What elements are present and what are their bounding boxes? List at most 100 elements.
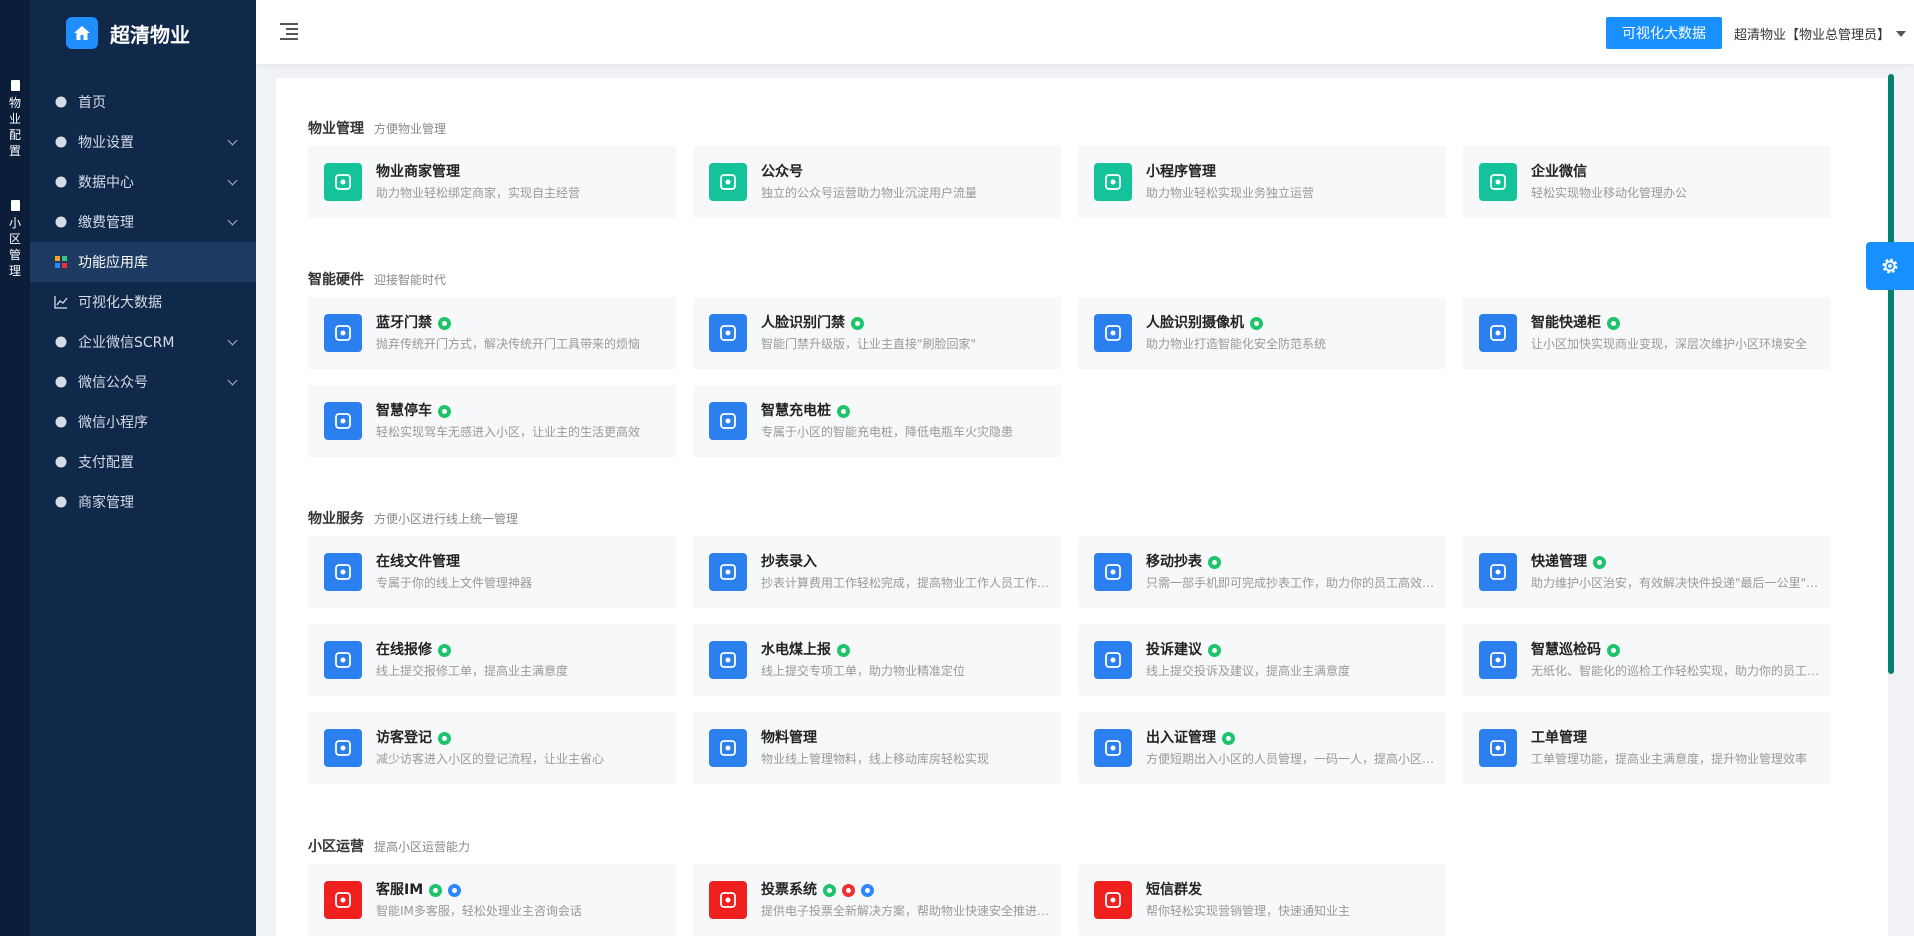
sidebar-item-0[interactable]: 首页 xyxy=(30,82,256,122)
app-card-body: 访客登记 减少访客进入小区的登记流程，让业主省心 xyxy=(376,728,672,768)
app-card[interactable]: 人脸识别门禁 智能门禁升级版，让业主直接"刷脸回家" xyxy=(693,297,1061,369)
app-card[interactable]: 在线报修线上提交报修工单，提高业主满意度 xyxy=(308,624,676,696)
mail-icon xyxy=(1094,881,1132,919)
blue-badge-icon xyxy=(861,883,874,897)
settings-gear-button[interactable] xyxy=(1866,242,1914,290)
app-card[interactable]: 短信群发帮你轻松实现营销管理，快速通知业主 xyxy=(1078,864,1446,936)
sidebar-item-7[interactable]: 微信公众号 xyxy=(30,362,256,402)
app-card[interactable]: 蓝牙门禁 抛弃传统开门方式，解决传统开门工具带来的烦恼 xyxy=(308,297,676,369)
app-card-body: 水电煤上报 线上提交专项工单，助力物业精准定位 xyxy=(761,640,1057,680)
green-badge-icon xyxy=(1222,731,1235,745)
logo[interactable]: 超清物业 xyxy=(30,0,256,66)
app-card[interactable]: 公众号 独立的公众号运营助力物业沉淀用户流量 xyxy=(693,146,1061,218)
sidebar-item-8[interactable]: 微信小程序 xyxy=(30,402,256,442)
app-card-desc: 线上提交报修工单，提高业主满意度 xyxy=(376,664,569,678)
money-bag-icon xyxy=(54,215,68,229)
app-card-desc: 工单管理功能，提高业主满意度，提升物业管理效率 xyxy=(1531,752,1808,766)
app-card-title-text: 人脸识别摄像机 xyxy=(1146,315,1244,331)
app-card[interactable]: 智慧巡检码 无纸化、智能化的巡检工作轻松实现，助力你的员工高效巡检 xyxy=(1463,624,1831,696)
user-menu[interactable]: 超清物业【物业总管理员】 xyxy=(1734,24,1907,43)
mini-program-icon xyxy=(1094,163,1132,201)
gear-icon xyxy=(1882,258,1898,274)
sidebar-item-9[interactable]: 支付配置 xyxy=(30,442,256,482)
app-card-desc: 减少访客进入小区的登记流程，让业主省心 xyxy=(376,752,605,766)
sidebar-item-6[interactable]: 企业微信SCRM xyxy=(30,322,256,362)
app-card-desc: 助力维护小区治安，有效解决快件投递"最后一公里"难题 xyxy=(1531,576,1827,590)
line-chart-icon xyxy=(54,295,68,309)
app-card[interactable]: 出入证管理 方便短期出入小区的人员管理，一码一人，提高小区安全 xyxy=(1078,712,1446,784)
chat-bubble-icon xyxy=(54,335,68,349)
app-card[interactable]: 智慧充电桩 专属于小区的智能充电桩，降低电瓶车火灾隐患 xyxy=(693,385,1061,457)
app-card-body: 智慧停车 轻松实现驾车无感进入小区，让业主的生活更高效 xyxy=(376,401,672,441)
app-card-body: 智慧充电桩 专属于小区的智能充电桩，降低电瓶车火灾隐患 xyxy=(761,401,1057,441)
app-card-title: 投票系统 xyxy=(761,880,1057,900)
app-card-body: 小程序管理 助力物业轻松实现业务独立运营 xyxy=(1146,162,1442,202)
app-card[interactable]: 快递管理 助力维护小区治安，有效解决快件投递"最后一公里"难题 xyxy=(1463,536,1831,608)
green-badge-icon xyxy=(438,643,451,657)
app-card[interactable]: 投诉建议 线上提交投诉及建议，提高业主满意度 xyxy=(1078,624,1446,696)
app-card-body: 企业微信 轻松实现物业移动化管理办公 xyxy=(1531,162,1827,202)
database-icon xyxy=(54,175,68,189)
app-library-panel: 物业管理 方便物业管理物业商家管理 助力物业轻松绑定商家，实现自主经营 公众号 独立的公… xyxy=(276,78,1888,936)
app-card-title: 物料管理 xyxy=(761,728,1057,748)
app-card-title: 智慧停车 xyxy=(376,401,672,421)
qr-grid-icon xyxy=(1479,641,1517,679)
app-card-title: 公众号 xyxy=(761,162,1057,182)
app-card[interactable]: 访客登记 减少访客进入小区的登记流程，让业主省心 xyxy=(308,712,676,784)
app-card[interactable]: 人脸识别摄像机 助力物业打造智能化安全防范系统 xyxy=(1078,297,1446,369)
app-card[interactable]: 客服IM 智能IM多客服，轻松处理业主咨询会话 xyxy=(308,864,676,936)
app-card-title: 智慧巡检码 xyxy=(1531,640,1827,660)
bigdata-button[interactable]: 可视化大数据 xyxy=(1606,17,1722,49)
app-card[interactable]: 抄表录入 抄表计算费用工作轻松完成，提高物业工作人员工作效率 xyxy=(693,536,1061,608)
app-card-title-text: 在线报修 xyxy=(376,642,432,658)
app-card[interactable]: 智慧停车 轻松实现驾车无感进入小区，让业主的生活更高效 xyxy=(308,385,676,457)
green-badge-icon xyxy=(1607,316,1620,330)
app-card[interactable]: 在线文件管理专属于你的线上文件管理神器 xyxy=(308,536,676,608)
sidebar-menu: 首页 物业设置 数据中心 缴费管理功能应用库可视化大数据 企业微信SCRM 微信公众号 微信… xyxy=(30,82,256,522)
app-card-body: 在线报修线上提交报修工单，提高业主满意度 xyxy=(376,640,672,680)
app-card[interactable]: 物料管理物业线上管理物料，线上移动库房轻松实现 xyxy=(693,712,1061,784)
collapse-menu-icon[interactable] xyxy=(280,22,298,40)
rail-group-property-config[interactable]: 物业配置 xyxy=(0,80,30,159)
sidebar: 超清物业 首页 物业设置 数据中心 缴费管理 功能应用库 可视化大数据 企业微信SCRM 微信… xyxy=(30,0,256,936)
logo-house-icon xyxy=(66,17,98,49)
sidebar-item-label: 功能应用库 xyxy=(78,255,148,271)
app-card-title: 短信群发 xyxy=(1146,880,1442,900)
app-card[interactable]: 移动抄表 只需一部手机即可完成抄表工作，助力你的员工高效工作 xyxy=(1078,536,1446,608)
rail-group-community-management[interactable]: 小区管理 xyxy=(0,200,30,279)
sidebar-item-2[interactable]: 数据中心 xyxy=(30,162,256,202)
app-card-desc: 帮你轻松实现营销管理，快速通知业主 xyxy=(1146,904,1351,918)
app-card-body: 快递管理 助力维护小区治安，有效解决快件投递"最后一公里"难题 xyxy=(1531,552,1827,592)
section-title: 智能硬件 迎接智能时代 xyxy=(308,269,446,289)
sidebar-item-4[interactable]: 功能应用库 xyxy=(30,242,256,282)
app-card-body: 蓝牙门禁 抛弃传统开门方式，解决传统开门工具带来的烦恼 xyxy=(376,313,672,353)
app-card-desc: 抛弃传统开门方式，解决传统开门工具带来的烦恼 xyxy=(376,337,641,351)
app-card-title: 人脸识别摄像机 xyxy=(1146,313,1442,333)
app-card[interactable]: 智能快递柜 让小区加快实现商业变现，深层次维护小区环境安全 xyxy=(1463,297,1831,369)
section-title: 小区运营 提高小区运营能力 xyxy=(308,836,470,856)
scrollbar[interactable] xyxy=(1888,74,1894,674)
app-card-desc: 物业线上管理物料，线上移动库房轻松实现 xyxy=(761,752,990,766)
app-card-title-text: 在线文件管理 xyxy=(376,554,460,570)
sidebar-item-1[interactable]: 物业设置 xyxy=(30,122,256,162)
app-card[interactable]: 水电煤上报 线上提交专项工单，助力物业精准定位 xyxy=(693,624,1061,696)
package-icon xyxy=(1479,553,1517,591)
sidebar-item-5[interactable]: 可视化大数据 xyxy=(30,282,256,322)
sidebar-item-3[interactable]: 缴费管理 xyxy=(30,202,256,242)
app-card-title: 人脸识别门禁 xyxy=(761,313,1057,333)
locker-icon xyxy=(1479,314,1517,352)
app-card[interactable]: 工单管理 工单管理功能，提高业主满意度，提升物业管理效率 xyxy=(1463,712,1831,784)
app-card[interactable]: 企业微信 轻松实现物业移动化管理办公 xyxy=(1463,146,1831,218)
sidebar-item-10[interactable]: 商家管理 xyxy=(30,482,256,522)
app-card[interactable]: 投票系统 提供电子投票全新解决方案，帮助物业快速安全推进小区决策 xyxy=(693,864,1061,936)
top-bar: 可视化大数据 超清物业【物业总管理员】 xyxy=(256,0,1914,64)
app-card[interactable]: 物业商家管理 助力物业轻松绑定商家，实现自主经营 xyxy=(308,146,676,218)
app-card-title-text: 物料管理 xyxy=(761,730,817,746)
mini-program-icon xyxy=(54,415,68,429)
section-title: 物业管理 方便物业管理 xyxy=(308,118,446,138)
app-card[interactable]: 小程序管理 助力物业轻松实现业务独立运营 xyxy=(1078,146,1446,218)
store-icon xyxy=(324,163,362,201)
green-badge-icon xyxy=(837,643,850,657)
app-card-desc: 智能IM多客服，轻松处理业主咨询会话 xyxy=(376,904,582,918)
app-card-desc: 专属于你的线上文件管理神器 xyxy=(376,576,533,590)
